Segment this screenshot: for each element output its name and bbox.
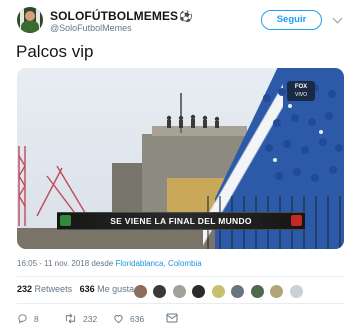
divider — [17, 276, 344, 277]
liker-avatar[interactable] — [153, 285, 167, 299]
tweet-timestamp: 16:05 - 11 nov. 2018 desde Floridablanca… — [17, 259, 202, 268]
broadcast-logo-text: FOX — [294, 84, 308, 90]
location-link[interactable]: Floridablanca, Colombia — [115, 259, 201, 268]
tweet-card: SOLOFÚTBOLMEMES⚽ @SoloFutbolMemes Seguir… — [0, 0, 350, 335]
avatar[interactable] — [17, 7, 43, 33]
team-crest-icon — [291, 215, 302, 226]
divider — [17, 303, 344, 304]
message-icon — [166, 313, 178, 323]
likes-stat[interactable]: 636 Me gusta — [80, 284, 135, 294]
like-action[interactable]: 636 — [113, 313, 144, 324]
retweet-count: 232 — [83, 313, 98, 324]
likes-label: Me gusta — [97, 284, 135, 294]
retweets-count: 232 — [17, 284, 33, 294]
retweet-icon — [65, 313, 76, 324]
message-action[interactable] — [166, 313, 184, 323]
liker-avatar[interactable] — [211, 285, 225, 299]
liker-avatar[interactable] — [172, 285, 186, 299]
liker-avatar[interactable] — [289, 285, 303, 299]
tweet-stats: 232 Retweets 636 Me gusta — [17, 284, 134, 294]
like-icon — [114, 315, 123, 324]
tv-banner-text: SE VIENE LA FINAL DEL MUNDO — [110, 216, 252, 226]
liker-avatar[interactable] — [231, 285, 245, 299]
broadcast-live-text: VIVO — [295, 92, 307, 98]
retweets-stat[interactable]: 232 Retweets — [17, 284, 72, 294]
display-name-text: SOLOFÚTBOLMEMES — [50, 9, 179, 23]
chevron-down-icon[interactable] — [332, 13, 343, 24]
broadcast-logo: FOX VIVO — [287, 81, 315, 101]
reply-count: 8 — [34, 313, 39, 324]
timestamp-text: 16:05 - 11 nov. 2018 desde — [17, 259, 114, 268]
likes-count: 636 — [79, 284, 95, 294]
tv-banner: SE VIENE LA FINAL DEL MUNDO — [57, 212, 305, 230]
tweet-text: Palcos vip — [16, 42, 94, 61]
liker-avatar[interactable] — [134, 285, 147, 299]
retweets-label: Retweets — [34, 284, 73, 294]
liker-avatars[interactable] — [134, 283, 305, 299]
tweet-media-image[interactable]: FOX VIVO SE VIENE LA FINAL DEL MUNDO — [17, 68, 344, 249]
liker-avatar[interactable] — [192, 285, 206, 299]
like-count: 636 — [130, 313, 145, 324]
reply-action[interactable]: 8 — [17, 313, 39, 324]
display-name[interactable]: SOLOFÚTBOLMEMES⚽ — [50, 9, 193, 23]
follow-button[interactable]: Seguir — [261, 10, 322, 30]
retweet-action[interactable]: 232 — [64, 313, 97, 324]
liker-avatar[interactable] — [250, 285, 264, 299]
liker-avatar[interactable] — [270, 285, 284, 299]
reply-icon — [18, 314, 27, 324]
user-handle[interactable]: @SoloFutbolMemes — [50, 23, 132, 33]
soccer-ball-icon: ⚽ — [179, 11, 193, 23]
